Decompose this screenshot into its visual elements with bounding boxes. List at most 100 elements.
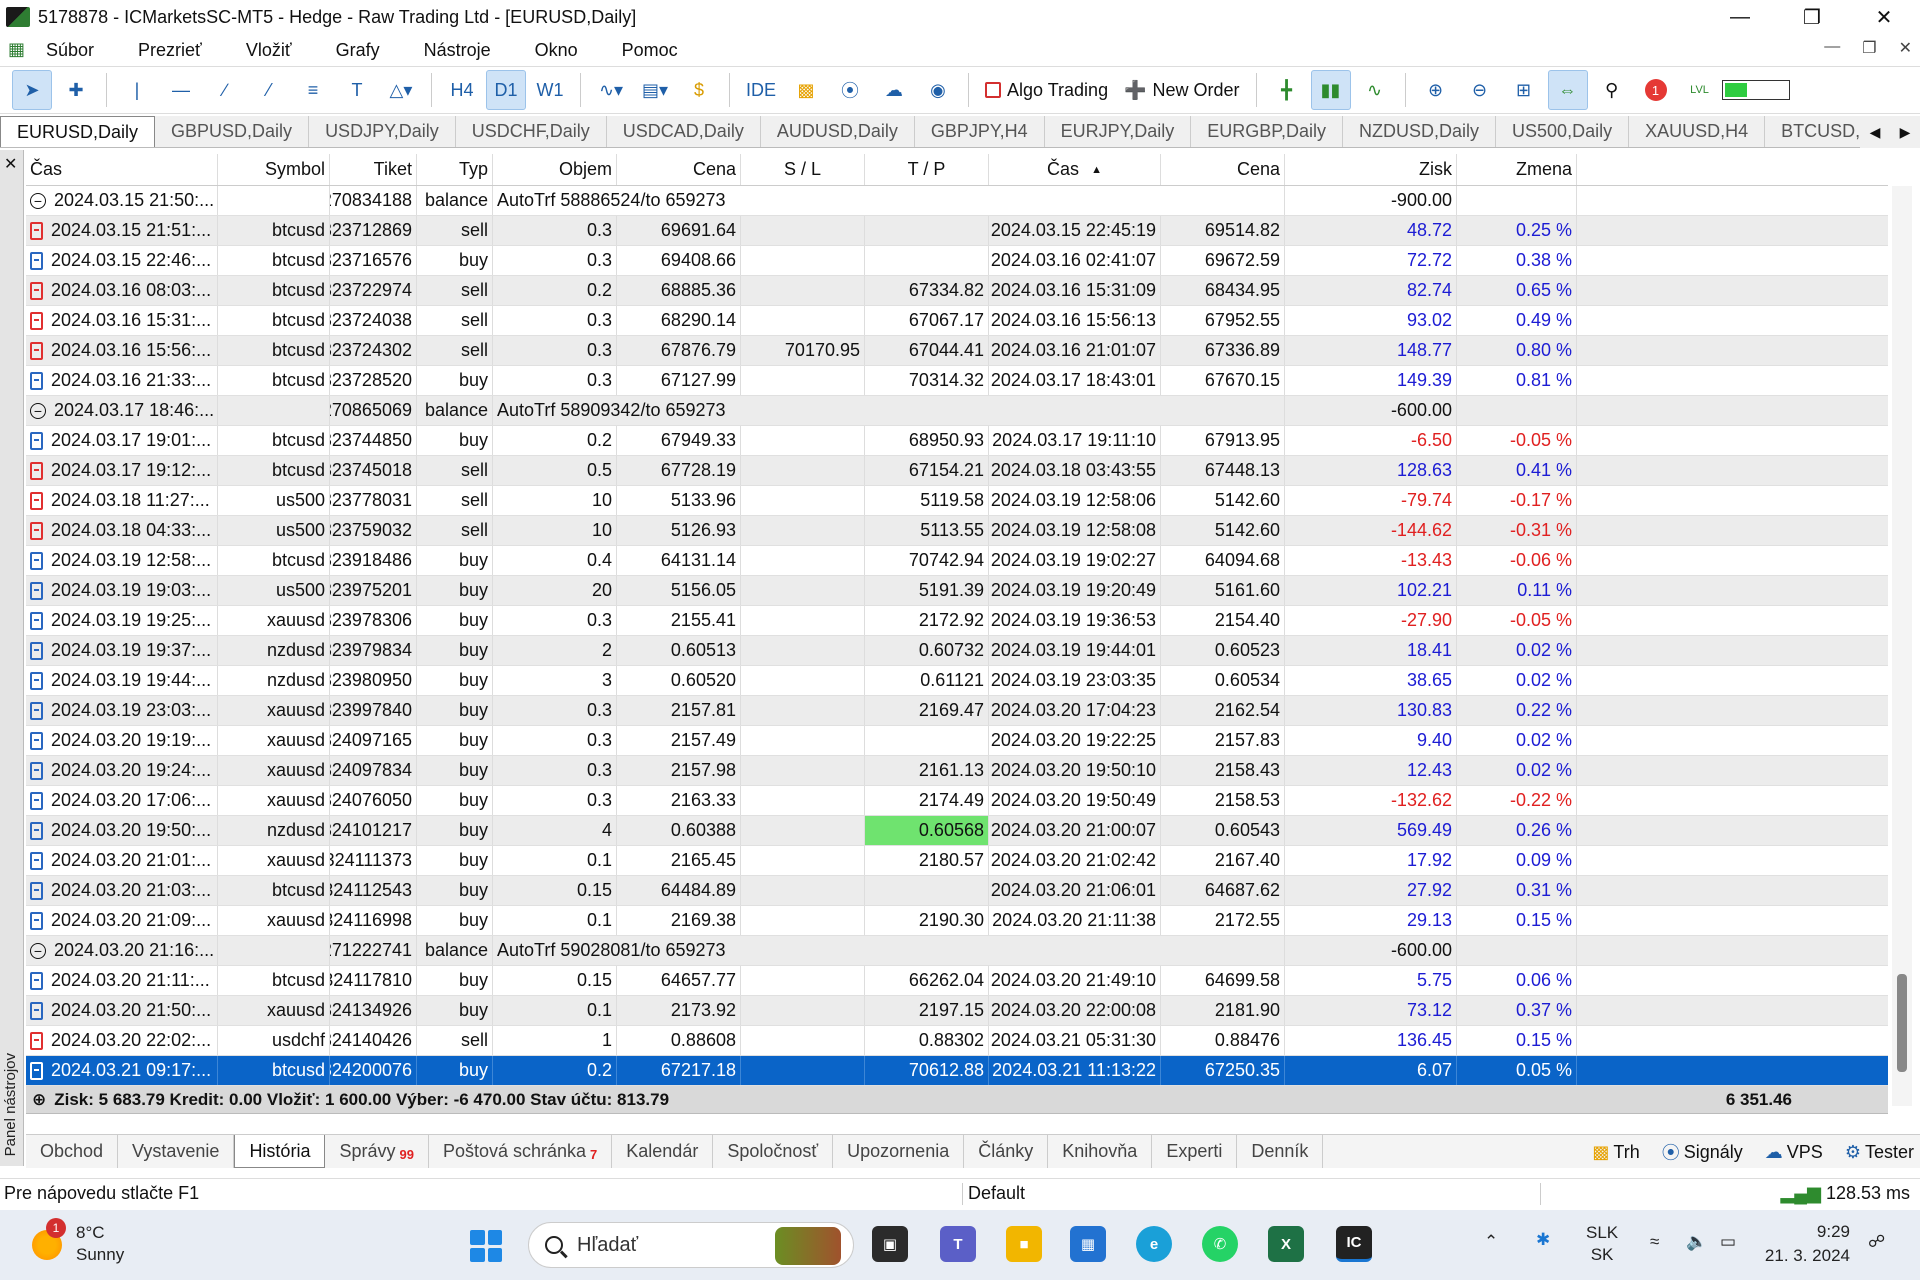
balance-row[interactable]: −2024.03.15 21:50:... 270834188 balance Aut… xyxy=(26,186,1888,216)
mdi-restore-icon[interactable]: ❐ xyxy=(1862,38,1876,58)
toolbox-tab-4[interactable]: Poštová schránka 7 xyxy=(429,1135,613,1168)
channel-icon[interactable]: ⁄ xyxy=(249,70,289,110)
chart-shift-icon[interactable]: ⇔ xyxy=(1547,70,1588,110)
table-row[interactable]: 2024.03.19 23:03:... xauusd 323997840 buy 0.… xyxy=(26,696,1888,726)
ide-button[interactable]: IDE xyxy=(740,70,782,110)
scroll-thumb[interactable] xyxy=(1897,974,1907,1072)
algo-trading-button[interactable]: Algo Trading xyxy=(979,70,1114,110)
chart-tab-eurgbp-daily[interactable]: EURGBP,Daily xyxy=(1191,116,1344,147)
close-icon[interactable]: ✕ xyxy=(4,154,17,174)
column-header-type[interactable]: Typ xyxy=(417,154,493,185)
table-row[interactable]: 2024.03.20 21:03:... btcusd 324112543 buy 0.… xyxy=(26,876,1888,906)
table-row[interactable]: 2024.03.19 19:44:... nzdusd 323980950 buy 3 0… xyxy=(26,666,1888,696)
table-row[interactable]: 2024.03.18 04:33:... us500 323759032 sell 10… xyxy=(26,516,1888,546)
chart-tab-us500-daily[interactable]: US500,Daily xyxy=(1496,116,1630,147)
toolbox-tab-10[interactable]: Experti xyxy=(1152,1135,1238,1168)
toolbox-tab-6[interactable]: Spoločnosť xyxy=(713,1135,834,1168)
table-row[interactable]: 2024.03.20 21:11:... btcusd 324117810 buy 0.… xyxy=(26,966,1888,996)
edge-browser-icon[interactable]: e xyxy=(1136,1226,1172,1262)
table-row[interactable]: 2024.03.20 19:19:... xauusd 324097165 buy 0.… xyxy=(26,726,1888,756)
chart-tab-nzdusd-daily[interactable]: NZDUSD,Daily xyxy=(1343,116,1497,147)
table-row[interactable]: 2024.03.20 21:01:... xauusd 324111373 buy 0.… xyxy=(26,846,1888,876)
scroll-left-icon[interactable]: ◀ xyxy=(1870,124,1881,141)
tile-windows-icon[interactable]: ⊞ xyxy=(1504,70,1544,110)
balance-row[interactable]: −2024.03.20 21:16:... 271222741 balance Aut… xyxy=(26,936,1888,966)
column-header-tp[interactable]: T / P xyxy=(865,154,989,185)
table-row[interactable]: 2024.03.19 19:37:... nzdusd 323979834 buy 2 0… xyxy=(26,636,1888,666)
collapse-icon[interactable]: − xyxy=(30,942,46,959)
menu-help[interactable]: Pomoc xyxy=(622,40,678,61)
mdi-minimize-icon[interactable]: — xyxy=(1824,38,1840,58)
teams-icon[interactable]: T xyxy=(940,1226,976,1262)
column-header-change[interactable]: Zmena xyxy=(1457,154,1577,185)
whatsapp-icon[interactable]: ✆ xyxy=(1202,1226,1238,1262)
global-icon[interactable]: ◉ xyxy=(918,70,958,110)
menu-insert[interactable]: Vložiť xyxy=(246,40,292,61)
timeframe-h4[interactable]: H4 xyxy=(442,70,482,110)
new-order-button[interactable]: ➕ New Order xyxy=(1118,70,1245,110)
menu-charts[interactable]: Grafy xyxy=(336,40,380,61)
close-icon[interactable]: ✕ xyxy=(1848,0,1920,34)
column-header-profit[interactable]: Zisk xyxy=(1285,154,1457,185)
excel-icon[interactable]: X xyxy=(1268,1226,1304,1262)
notifications-icon[interactable]: 1 xyxy=(1636,70,1676,110)
speaker-muted-icon[interactable]: 🔈 xyxy=(1686,1232,1707,1252)
chart-tab-usdjpy-daily[interactable]: USDJPY,Daily xyxy=(309,116,456,147)
chart-tab-usdchf-daily[interactable]: USDCHF,Daily xyxy=(456,116,607,147)
candlestick-icon[interactable]: ▮▮ xyxy=(1310,70,1351,110)
menu-file[interactable]: Súbor xyxy=(46,40,94,61)
bar-chart-icon[interactable]: ╋ xyxy=(1267,70,1307,110)
toolbox-tab-11[interactable]: Denník xyxy=(1237,1135,1324,1168)
chart-tab-gbpjpy-h4[interactable]: GBPJPY,H4 xyxy=(915,116,1045,147)
chart-tab-gbpusd-daily[interactable]: GBPUSD,Daily xyxy=(155,116,310,147)
line-chart-icon[interactable]: ∿ xyxy=(1355,70,1395,110)
table-row[interactable]: 2024.03.16 21:33:... btcusd 323728520 buy 0.… xyxy=(26,366,1888,396)
chart-tab-usdcad-daily[interactable]: USDCAD,Daily xyxy=(607,116,761,147)
battery-icon[interactable]: ▭ xyxy=(1720,1232,1736,1252)
toolbox-tab-8[interactable]: Články xyxy=(964,1135,1049,1168)
search-icon[interactable]: ⚲ xyxy=(1592,70,1632,110)
wifi-icon[interactable]: ≈ xyxy=(1650,1232,1659,1252)
language-indicator[interactable]: SLK SK xyxy=(1586,1222,1618,1266)
column-header-volume[interactable]: Objem xyxy=(493,154,617,185)
horizontal-line-icon[interactable]: — xyxy=(161,70,201,110)
chart-tab-audusd-daily[interactable]: AUDUSD,Daily xyxy=(761,116,915,147)
table-row[interactable]: 2024.03.19 19:03:... us500 323975201 buy 20 5… xyxy=(26,576,1888,606)
column-header-close-price[interactable]: Cena xyxy=(1161,154,1285,185)
task-view-icon[interactable]: ▣ xyxy=(872,1226,908,1262)
vps-shortcut[interactable]: ☁ VPS xyxy=(1765,1142,1823,1163)
table-row[interactable]: 2024.03.20 17:06:... xauusd 324076050 buy 0.… xyxy=(26,786,1888,816)
table-row[interactable]: 2024.03.20 22:02:... usdchf 324140426 sell 1… xyxy=(26,1026,1888,1056)
column-header-symbol[interactable]: Symbol xyxy=(218,154,330,185)
start-windows-icon[interactable] xyxy=(470,1230,502,1262)
column-header-price[interactable]: Cena xyxy=(617,154,741,185)
chart-tab-eurusd-daily[interactable]: EURUSD,Daily xyxy=(0,116,156,147)
table-row[interactable]: 2024.03.20 21:50:... xauusd 324134926 buy 0.… xyxy=(26,996,1888,1026)
table-row[interactable]: 2024.03.17 19:01:... btcusd 323744850 buy 0.… xyxy=(26,426,1888,456)
clock[interactable]: 9:29 21. 3. 2024 xyxy=(1765,1220,1850,1268)
vertical-line-icon[interactable]: | xyxy=(117,70,157,110)
chevron-up-icon[interactable]: ⌃ xyxy=(1484,1232,1498,1252)
collapse-icon[interactable]: − xyxy=(30,402,46,419)
column-header-time[interactable]: Čas xyxy=(26,154,218,185)
timeframe-d1[interactable]: D1 xyxy=(486,70,526,110)
file-explorer-icon[interactable]: ■ xyxy=(1006,1226,1042,1262)
trendline-icon[interactable]: ∕ xyxy=(205,70,245,110)
chart-tab-eurjpy-daily[interactable]: EURJPY,Daily xyxy=(1045,116,1192,147)
expand-icon[interactable]: ⊕ xyxy=(32,1090,46,1110)
fibonacci-icon[interactable]: ≡ xyxy=(293,70,333,110)
menu-window[interactable]: Okno xyxy=(535,40,578,61)
market-bag-icon[interactable]: ▩ xyxy=(786,70,826,110)
store-icon[interactable]: ▦ xyxy=(1070,1226,1106,1262)
timeframe-w1[interactable]: W1 xyxy=(530,70,570,110)
chart-templates-icon[interactable]: ▤▾ xyxy=(635,70,675,110)
zoom-in-icon[interactable]: ⊕ xyxy=(1416,70,1456,110)
table-row[interactable]: 2024.03.20 21:09:... xauusd 324116998 buy 0.… xyxy=(26,906,1888,936)
maximize-icon[interactable]: ❐ xyxy=(1776,0,1848,34)
bluetooth-icon[interactable]: ✱ xyxy=(1536,1230,1550,1250)
weather-widget[interactable]: 8°C Sunny xyxy=(76,1222,124,1266)
toolbox-tab-2[interactable]: História xyxy=(234,1135,326,1168)
taskbar-search[interactable]: Hľadať xyxy=(528,1222,854,1268)
chart-tab-xauusd-h4[interactable]: XAUUSD,H4 xyxy=(1629,116,1766,147)
text-tool-icon[interactable]: T xyxy=(337,70,377,110)
